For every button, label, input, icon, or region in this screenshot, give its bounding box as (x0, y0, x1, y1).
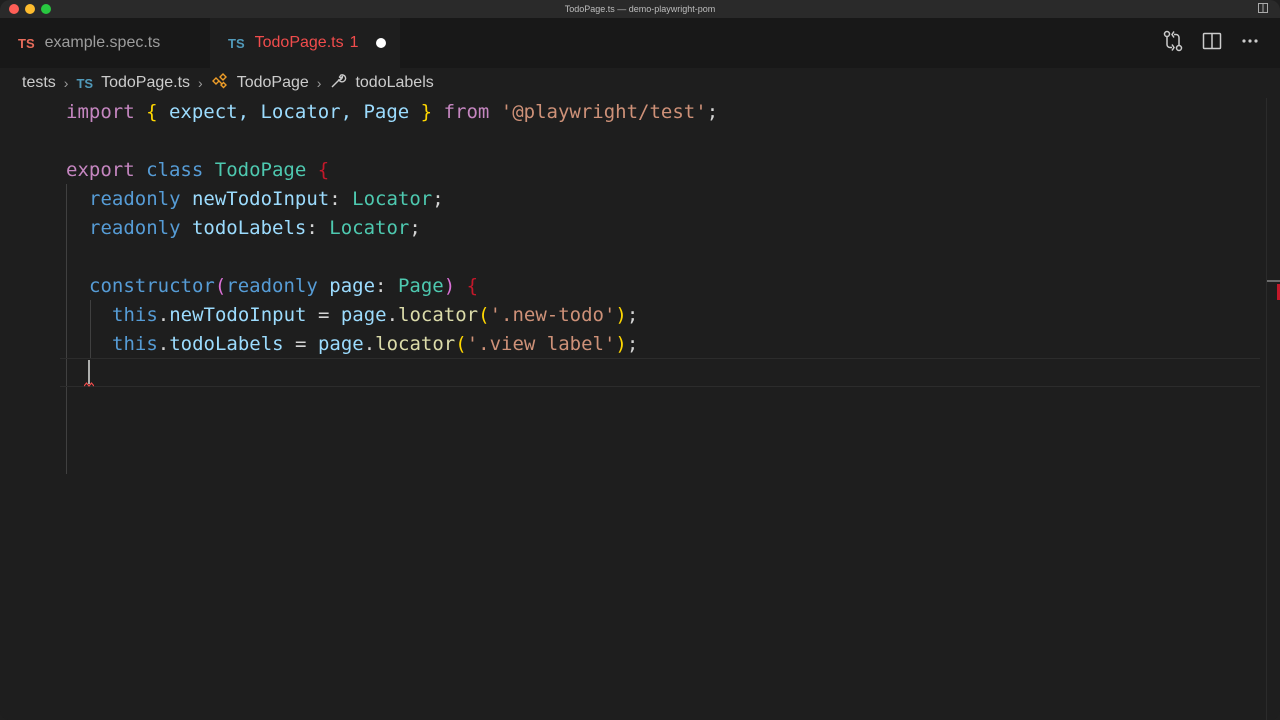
token: import (66, 101, 135, 123)
token: . (363, 333, 376, 355)
token: this (112, 333, 158, 355)
token: newTodoInput (191, 188, 330, 210)
token: constructor (89, 275, 215, 297)
typescript-file-icon: TS (76, 75, 94, 91)
layout-icon[interactable] (1258, 3, 1268, 13)
split-editor-icon[interactable] (1202, 31, 1222, 51)
tab-example-spec[interactable]: TS example.spec.ts (18, 18, 208, 68)
window-title: TodoPage.ts — demo-playwright-pom (564, 4, 716, 14)
token: todoLabels (191, 217, 307, 239)
token: . (386, 304, 399, 326)
minimize-window-button[interactable] (25, 4, 35, 14)
token: . (157, 304, 170, 326)
token: ) (615, 304, 627, 326)
token: newTodoInput (169, 304, 307, 326)
maximize-window-button[interactable] (41, 4, 51, 14)
token: { (317, 159, 330, 181)
token: ; (409, 217, 421, 239)
chevron-right-icon: › (316, 75, 322, 91)
overview-ruler[interactable] (1266, 98, 1280, 720)
breadcrumb: tests › TS TodoPage.ts › TodoPage › todo… (22, 68, 434, 98)
chevron-right-icon: › (198, 75, 203, 91)
property-symbol-icon (329, 72, 347, 95)
tab-bar: TS example.spec.ts TS TodoPage.ts 1 (0, 18, 1280, 68)
class-symbol-icon (211, 72, 229, 94)
token: : (329, 188, 341, 210)
token: ) (615, 333, 627, 355)
token: : (375, 275, 387, 297)
token: ; (626, 333, 639, 355)
code-line: export class TodoPage { (66, 156, 329, 185)
token: { (146, 101, 158, 123)
token: locator (375, 333, 456, 355)
token: = (283, 333, 318, 355)
current-line-highlight (60, 358, 1260, 387)
breadcrumb-folder[interactable]: tests (22, 74, 56, 92)
title-bar: TodoPage.ts — demo-playwright-pom (0, 0, 1280, 18)
token: '.view label' (466, 333, 616, 355)
token: page (340, 304, 387, 326)
token: = (306, 304, 341, 326)
breadcrumb-member[interactable]: todoLabels (355, 74, 433, 92)
breadcrumb-class[interactable]: TodoPage (237, 74, 309, 92)
tab-label: TodoPage.ts (254, 34, 344, 51)
editor-actions (1162, 30, 1260, 52)
token: '.new-todo' (489, 304, 616, 326)
code-line: this.newTodoInput = page.locator('.new-t… (112, 301, 638, 330)
indent-guide (66, 184, 67, 474)
code-line: this.todoLabels = page.locator('.view la… (112, 330, 638, 359)
token: : (306, 217, 318, 239)
token: expect, Locator, Page (157, 101, 421, 123)
breadcrumb-file[interactable]: TodoPage.ts (101, 74, 190, 92)
token: Locator (329, 217, 410, 239)
token: '@playwright/test' (500, 101, 707, 123)
error-squiggle-icon (83, 382, 95, 387)
token: readonly (89, 217, 181, 239)
token: todoLabels (169, 333, 284, 355)
token: } (420, 101, 433, 123)
editor-window: TodoPage.ts — demo-playwright-pom TS exa… (0, 0, 1280, 720)
source-control-compare-icon[interactable] (1162, 30, 1184, 52)
code-editor[interactable]: import { expect, Locator, Page } from '@… (0, 98, 1280, 720)
token: readonly (226, 275, 318, 297)
token: page (317, 333, 364, 355)
problem-count-badge: 1 (349, 34, 359, 51)
token: TodoPage (214, 159, 307, 181)
close-window-button[interactable] (9, 4, 19, 14)
token: this (112, 304, 158, 326)
text-cursor (88, 360, 90, 384)
more-actions-icon[interactable] (1240, 31, 1260, 51)
cursor-position-marker (1267, 280, 1280, 282)
token: ( (455, 333, 467, 355)
code-line: readonly newTodoInput: Locator; (89, 185, 444, 214)
token: ; (706, 101, 719, 123)
token: ) (443, 275, 456, 297)
tab-todo-page[interactable]: TS TodoPage.ts 1 (210, 18, 400, 68)
token: readonly (89, 188, 181, 210)
code-line: constructor(readonly page: Page) { (89, 272, 478, 301)
tab-label: example.spec.ts (44, 34, 161, 51)
token: { (466, 275, 479, 297)
token: ( (478, 304, 490, 326)
code-line: readonly todoLabels: Locator; (89, 214, 421, 243)
typescript-file-icon: TS (18, 35, 35, 51)
token: export (66, 159, 135, 181)
code-line: import { expect, Locator, Page } from '@… (66, 98, 718, 127)
unsaved-changes-dot-icon[interactable] (376, 38, 386, 48)
token: class (146, 159, 204, 181)
indent-guide (90, 300, 91, 358)
token: ( (214, 275, 227, 297)
token: locator (398, 304, 479, 326)
token: ; (626, 304, 639, 326)
chevron-right-icon: › (63, 75, 69, 91)
typescript-file-icon: TS (228, 35, 245, 51)
token: Page (397, 275, 444, 297)
token: from (443, 101, 490, 123)
token: ; (432, 188, 444, 210)
token: Locator (352, 188, 433, 210)
token: . (157, 333, 170, 355)
token: page (329, 275, 376, 297)
window-controls (9, 4, 51, 14)
